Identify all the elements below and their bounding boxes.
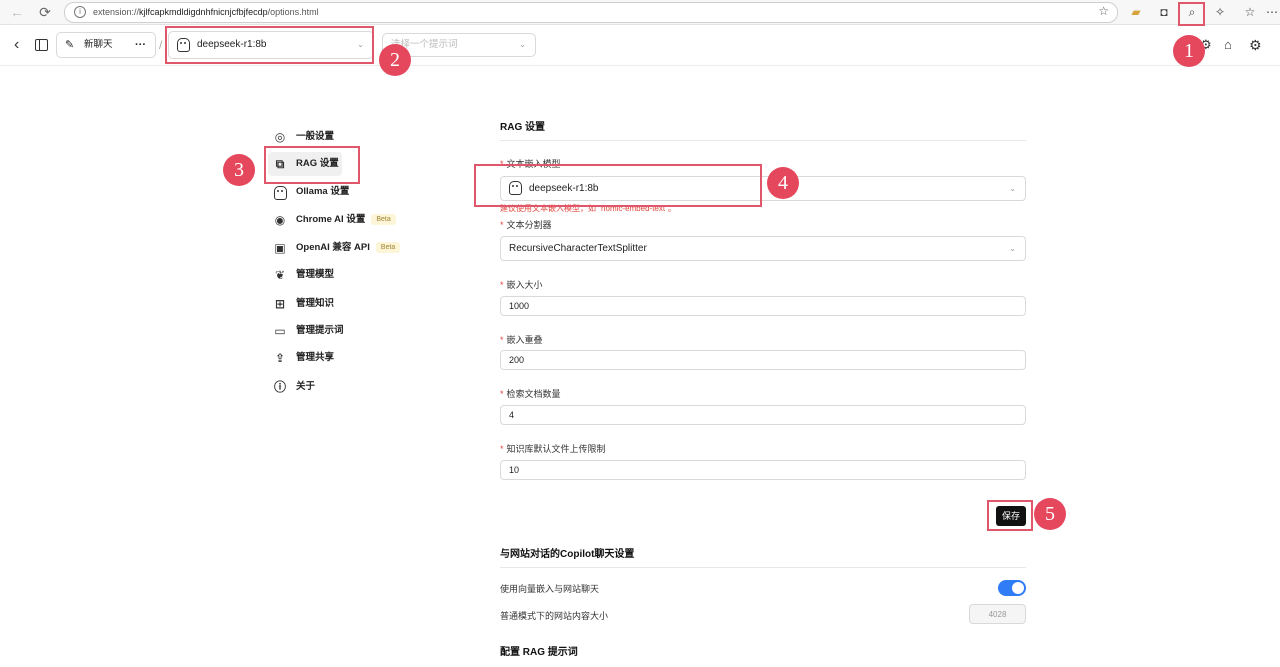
- site-info-icon[interactable]: i: [74, 6, 86, 18]
- sidebar-item-label: Ollama 设置: [296, 186, 350, 197]
- sidebar-item-label: 一般设置: [296, 131, 335, 142]
- chevron-down-icon: ⌄: [1009, 243, 1016, 253]
- sidebar-item-prompts[interactable]: ▭ 管理提示词: [268, 319, 428, 343]
- browser-toolbar: ← ⟳ i extension://kjlfcapkmdldigdnhfnicn…: [0, 0, 1280, 25]
- sidebar-item-share[interactable]: ⇪ 管理共享: [268, 346, 428, 370]
- brain-icon: ❦: [274, 268, 286, 282]
- text-splitter-value: RecursiveCharacterTextSplitter: [509, 243, 647, 254]
- back-chevron-icon[interactable]: ‹: [14, 33, 19, 57]
- normal-mode-size-input[interactable]: 4028: [969, 604, 1026, 624]
- sidebar-item-openai[interactable]: ▣ OpenAI 兼容 API Beta: [268, 236, 428, 260]
- upload-limit-input[interactable]: 10: [500, 460, 1026, 480]
- cpu-icon: ▣: [274, 241, 286, 255]
- retrieval-count-label: * 检索文档数量: [500, 389, 561, 399]
- info-icon: ⓘ: [273, 380, 286, 394]
- annotation-box-4: [474, 164, 762, 207]
- github-icon[interactable]: ⌂: [1224, 33, 1232, 57]
- sidebar-item-label: OpenAI 兼容 API Beta: [296, 242, 401, 254]
- rag-prompt-section-title: 配置 RAG 提示词: [500, 647, 578, 658]
- beta-badge: Beta: [371, 214, 396, 225]
- address-bar[interactable]: i extension://kjlfcapkmdldigdnhfnicnjcfb…: [64, 2, 1118, 23]
- sidebar-item-models[interactable]: ❦ 管理模型: [268, 263, 428, 287]
- sidebar-item-chrome-ai[interactable]: ◉ Chrome AI 设置 Beta: [268, 208, 428, 232]
- sidebar-toggle-icon[interactable]: [35, 33, 48, 57]
- text-splitter-select[interactable]: RecursiveCharacterTextSplitter ⌄: [500, 236, 1026, 261]
- new-chat-label: 新聊天: [84, 39, 113, 50]
- normal-mode-size-label: 普通模式下的网站内容大小: [500, 611, 609, 621]
- chunk-overlap-label: * 嵌入重叠: [500, 335, 543, 345]
- more-options-icon[interactable]: ···: [135, 33, 146, 57]
- reload-icon[interactable]: ⟳: [36, 3, 54, 21]
- chevron-down-icon: ⌄: [519, 40, 526, 49]
- annotation-box-1: [1178, 2, 1205, 26]
- book-icon: ▭: [274, 324, 286, 338]
- annotation-number-1: 1: [1173, 35, 1205, 67]
- annotation-number-2: 2: [379, 44, 411, 76]
- annotation-box-3: [264, 146, 360, 184]
- star-icon[interactable]: ☆: [1098, 4, 1109, 18]
- sidebar-item-label: 管理知识: [296, 298, 335, 309]
- chunk-overlap-input[interactable]: 200: [500, 350, 1026, 370]
- edit-icon: ✎: [65, 39, 75, 51]
- annotation-number-5: 5: [1034, 498, 1066, 530]
- annotation-number-4: 4: [767, 167, 799, 199]
- puzzle-icon[interactable]: ✧: [1212, 4, 1228, 20]
- rag-section-title: RAG 设置: [500, 122, 545, 133]
- share-icon: ⇪: [274, 351, 286, 365]
- vector-chat-toggle[interactable]: [998, 580, 1026, 596]
- gear-circle-icon: ◎: [274, 130, 286, 144]
- text-splitter-label: * 文本分割器: [500, 220, 552, 230]
- retrieval-count-input[interactable]: 4: [500, 405, 1026, 425]
- upload-limit-label: * 知识库默认文件上传限制: [500, 444, 606, 454]
- chunk-size-input[interactable]: 1000: [500, 296, 1026, 316]
- annotation-box-5: [987, 500, 1033, 531]
- settings-gear-icon[interactable]: ⚙: [1249, 33, 1262, 57]
- annotation-number-3: 3: [223, 154, 255, 186]
- new-chat-button[interactable]: ✎ 新聊天 ···: [56, 32, 156, 58]
- more-menu-icon[interactable]: ⋯: [1264, 4, 1280, 20]
- folder-extension-icon[interactable]: ▰: [1128, 4, 1144, 20]
- chevron-down-icon: ⌄: [1009, 183, 1016, 193]
- divider: [500, 140, 1026, 141]
- url-text: extension://kjlfcapkmdldigdnhfnicnjcfbjf…: [93, 7, 319, 17]
- favorites-icon[interactable]: ☆: [1242, 4, 1258, 20]
- beta-badge: Beta: [375, 242, 401, 253]
- sidebar-item-knowledge[interactable]: ⊞ 管理知识: [268, 292, 428, 316]
- sidebar-item-label: 管理提示词: [296, 325, 344, 336]
- header-separator: /: [159, 38, 163, 52]
- chunk-size-label: * 嵌入大小: [500, 280, 543, 290]
- copilot-section-title: 与网站对话的Copilot聊天设置: [500, 549, 635, 560]
- blocks-icon: ⊞: [274, 297, 286, 311]
- sidebar-item-label: 管理共享: [296, 352, 335, 363]
- annotation-box-2: [165, 26, 374, 64]
- back-arrow-icon[interactable]: ←: [8, 3, 26, 21]
- sidebar-item-label: 管理模型: [296, 269, 335, 280]
- sidebar-item-label: Chrome AI 设置 Beta: [296, 214, 396, 226]
- divider: [500, 567, 1026, 568]
- extension-icon[interactable]: ◘: [1156, 4, 1172, 20]
- ollama-icon: [273, 185, 287, 200]
- sidebar-item-label: 关于: [296, 381, 316, 392]
- chrome-icon: ◉: [274, 213, 286, 227]
- sidebar-item-about[interactable]: ⓘ 关于: [268, 375, 428, 399]
- vector-chat-label: 使用向量嵌入与网站聊天: [500, 584, 600, 594]
